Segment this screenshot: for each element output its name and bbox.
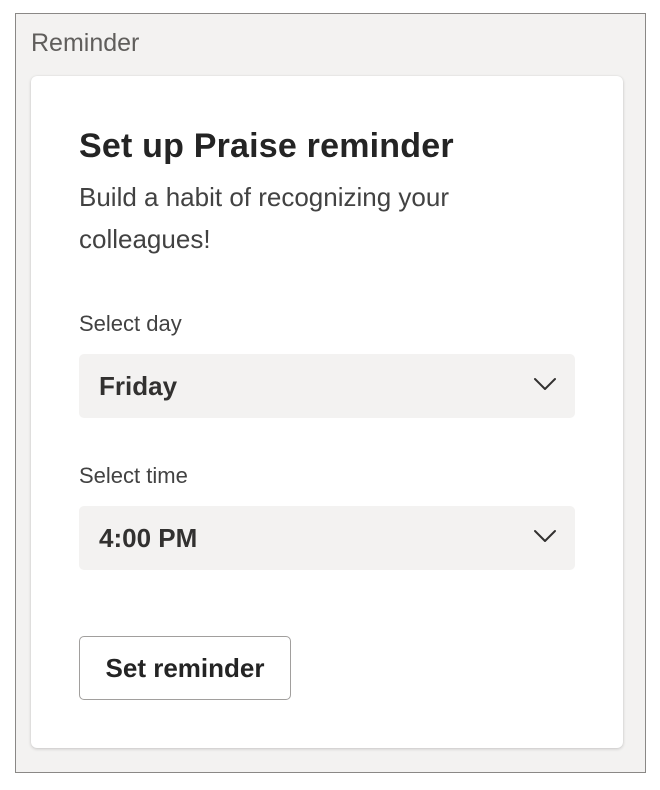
select-time-label: Select time — [79, 463, 188, 488]
set-reminder-button-label: Set reminder — [105, 653, 265, 683]
chevron-down-icon — [534, 378, 556, 390]
card-title: Set up Praise reminder — [79, 127, 454, 165]
chevron-down-icon — [534, 530, 556, 542]
card-subtitle: Build a habit of recognizing your collea… — [79, 182, 450, 254]
reminder-panel: Reminder Set up Praise reminder Build a … — [15, 13, 646, 773]
select-day-label: Select day — [79, 311, 182, 336]
reminder-card: Set up Praise reminder Build a habit of … — [31, 76, 623, 748]
day-dropdown[interactable]: Friday — [79, 354, 575, 418]
time-dropdown-value: 4:00 PM — [99, 523, 198, 553]
day-dropdown-value: Friday — [99, 371, 178, 401]
panel-title: Reminder — [31, 29, 140, 57]
time-dropdown[interactable]: 4:00 PM — [79, 506, 575, 570]
set-reminder-button[interactable]: Set reminder — [79, 636, 291, 700]
